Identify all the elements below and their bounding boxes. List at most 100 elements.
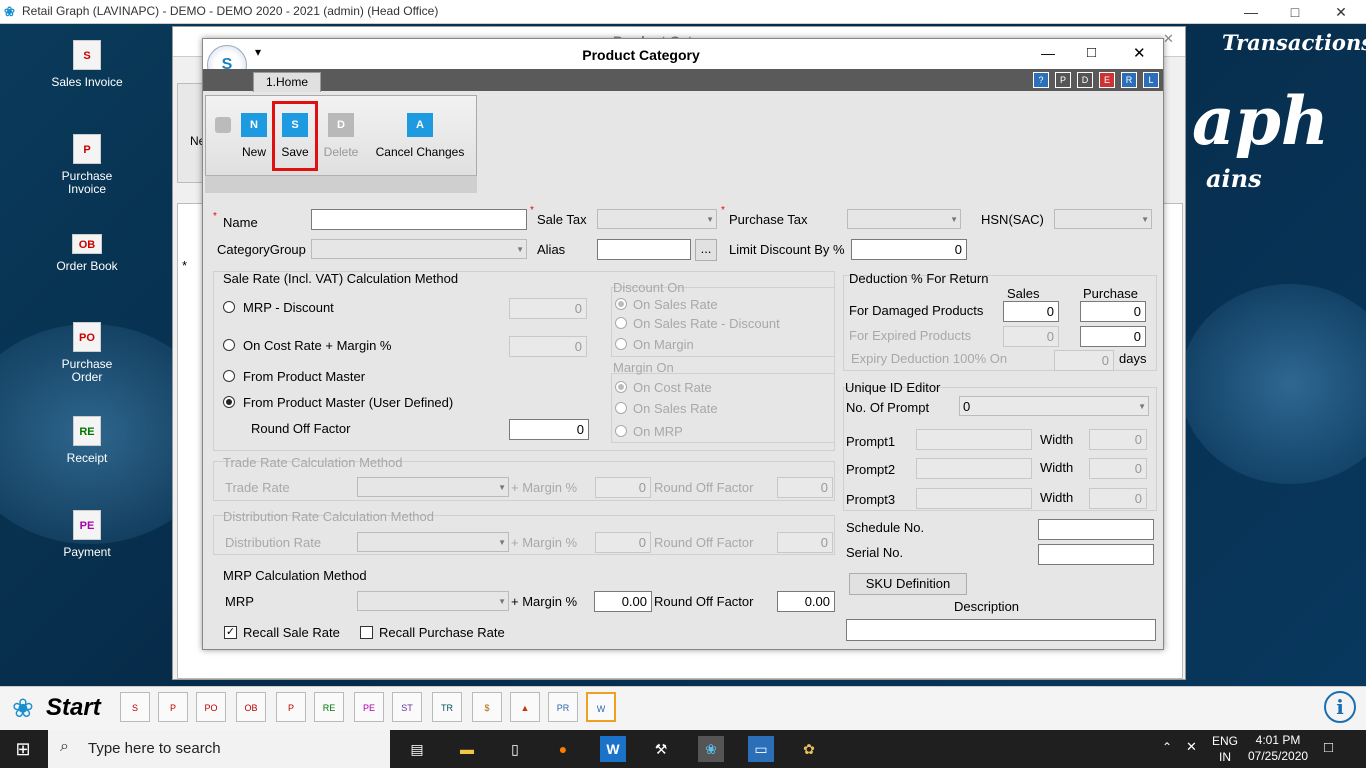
restore-icon[interactable]: R [1121, 72, 1137, 88]
prompt2-input[interactable] [916, 458, 1032, 479]
purchase-invoice-icon[interactable]: P [158, 692, 188, 722]
new-button[interactable]: N New [239, 99, 269, 159]
prompt1-input[interactable] [916, 429, 1032, 450]
delete-button[interactable]: D Delete [321, 99, 361, 159]
trade-round-off-input[interactable]: 0 [777, 477, 833, 498]
transfer-icon[interactable]: TR [432, 692, 462, 722]
search-box[interactable]: ⌕ Type here to search [48, 730, 390, 768]
purchase-tax-select[interactable]: ▼ [847, 209, 961, 229]
sales-invoice-icon[interactable]: S [120, 692, 150, 722]
windows-icon[interactable]: W [586, 692, 616, 722]
notification-icon[interactable]: □ [1324, 739, 1333, 756]
radio-product-master-user-defined[interactable] [223, 396, 235, 408]
schedule-no-input[interactable] [1038, 519, 1154, 540]
expired-purchase-input[interactable]: 0 [1080, 326, 1146, 347]
recall-purchase-rate-checkbox[interactable] [360, 626, 373, 639]
recall-sale-rate-checkbox[interactable]: ✓ [224, 626, 237, 639]
help-icon[interactable]: ? [1033, 72, 1049, 88]
language-indicator[interactable]: ENG IN [1212, 733, 1238, 765]
desktop-icon-receipt[interactable]: RE Receipt [32, 416, 142, 465]
no-of-prompt-select[interactable]: 0 ▼ [959, 396, 1149, 416]
category-group-select[interactable]: ▼ [311, 239, 527, 259]
paint-icon[interactable]: ✿ [796, 736, 822, 762]
desktop-icon-purchase-order[interactable]: PO Purchase Order [32, 322, 142, 384]
product-icon[interactable]: P [276, 692, 306, 722]
purchase-order-icon[interactable]: PO [196, 692, 226, 722]
distribution-round-off-input[interactable]: 0 [777, 532, 833, 553]
mrp-margin-input[interactable]: 0.00 [594, 591, 652, 612]
order-book-icon[interactable]: OB [236, 692, 266, 722]
prompt1-width-input[interactable]: 0 [1089, 429, 1147, 450]
radio-on-sales-rate-discount[interactable] [615, 317, 627, 329]
wps-icon[interactable]: W [600, 736, 626, 762]
radio-on-cost-rate[interactable] [615, 381, 627, 393]
damaged-sales-input[interactable]: 0 [1003, 301, 1059, 322]
mrp-round-off-input[interactable]: 0.00 [777, 591, 835, 612]
radio-on-margin[interactable] [615, 338, 627, 350]
chevron-up-icon[interactable]: ⌃ [1162, 740, 1172, 754]
expired-sales-input[interactable]: 0 [1003, 326, 1059, 347]
file-explorer-icon[interactable]: ▬ [454, 736, 480, 762]
serial-no-input[interactable] [1038, 544, 1154, 565]
receipt-icon[interactable]: RE [314, 692, 344, 722]
app-maximize-button[interactable]: □ [1280, 2, 1310, 22]
info-icon[interactable]: i [1324, 691, 1356, 723]
dialog-maximize-button[interactable]: □ [1087, 44, 1096, 61]
limit-discount-input[interactable]: 0 [851, 239, 967, 260]
volume-icon[interactable]: ✕ [1186, 739, 1197, 755]
hsn-select[interactable]: ▼ [1054, 209, 1152, 229]
stock-icon[interactable]: ST [392, 692, 422, 722]
dialog-minimize-button[interactable]: — [1041, 45, 1055, 61]
mrp-discount-input[interactable]: 0 [509, 298, 587, 319]
tools-icon[interactable]: ⚒ [648, 736, 674, 762]
retail-graph-icon[interactable]: ❀ [698, 736, 724, 762]
quick-access-dropdown-icon[interactable]: ▾ [255, 45, 261, 59]
cost-margin-input[interactable]: 0 [509, 336, 587, 357]
distribution-margin-input[interactable]: 0 [595, 532, 651, 553]
app-minimize-button[interactable]: — [1236, 2, 1266, 22]
alias-input[interactable] [597, 239, 691, 260]
printer-icon[interactable]: PR [548, 692, 578, 722]
tab-home[interactable]: 1.Home [253, 72, 321, 92]
cancel-changes-button[interactable]: A Cancel Changes [373, 99, 467, 159]
round-off-input[interactable]: 0 [509, 419, 589, 440]
prompt3-input[interactable] [916, 488, 1032, 509]
start-logo-icon[interactable]: ❀ [12, 693, 34, 724]
mrp-select[interactable]: ▼ [357, 591, 509, 611]
expiry-deduction-input[interactable]: 0 [1054, 350, 1114, 371]
desktop-icon-sales-invoice[interactable]: S Sales Invoice [32, 40, 142, 89]
layout-icon[interactable]: L [1143, 72, 1159, 88]
task-view-icon[interactable]: ▤ [404, 736, 430, 762]
alias-browse-button[interactable]: ... [695, 239, 717, 261]
clock[interactable]: 4:01 PM 07/25/2020 [1248, 732, 1308, 764]
exit-icon[interactable]: E [1099, 72, 1115, 88]
prompt2-width-input[interactable]: 0 [1089, 458, 1147, 479]
distribution-rate-select[interactable]: ▼ [357, 532, 509, 552]
photos-icon[interactable]: ▭ [748, 736, 774, 762]
start-button[interactable]: Start [46, 694, 101, 722]
radio-mrp-discount[interactable] [223, 301, 235, 313]
app-close-button[interactable]: ✕ [1326, 2, 1356, 22]
file-icon[interactable]: ▯ [502, 736, 528, 762]
radio-on-sales-rate[interactable] [615, 298, 627, 310]
trade-rate-select[interactable]: ▼ [357, 477, 509, 497]
radio-cost-margin[interactable] [223, 339, 235, 351]
firefox-icon[interactable]: ● [550, 736, 576, 762]
payment-icon[interactable]: PE [354, 692, 384, 722]
radio-on-mrp[interactable] [615, 425, 627, 437]
sale-tax-select[interactable]: ▼ [597, 209, 717, 229]
name-input[interactable] [311, 209, 527, 230]
radio-margin-on-sales-rate[interactable] [615, 402, 627, 414]
damaged-purchase-input[interactable]: 0 [1080, 301, 1146, 322]
desktop-icon-order-book[interactable]: OB Order Book [32, 234, 142, 273]
money-bag-icon[interactable]: $ [472, 692, 502, 722]
print-icon[interactable]: P [1055, 72, 1071, 88]
shapes-icon[interactable]: ▲ [510, 692, 540, 722]
dialog-close-button[interactable]: ✕ [1133, 44, 1146, 62]
description-input[interactable] [846, 619, 1156, 641]
trade-margin-input[interactable]: 0 [595, 477, 651, 498]
radio-product-master[interactable] [223, 370, 235, 382]
prompt3-width-input[interactable]: 0 [1089, 488, 1147, 509]
windows-start-icon[interactable]: ⊞ [10, 736, 36, 762]
document-icon[interactable]: D [1077, 72, 1093, 88]
